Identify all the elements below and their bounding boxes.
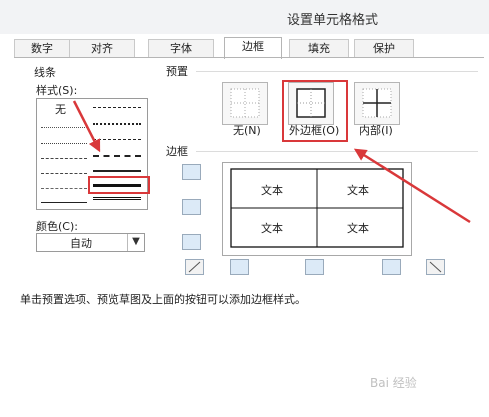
border-middle-vertical-button[interactable] xyxy=(305,259,324,275)
border-divider xyxy=(196,151,478,152)
diagonal-up-icon xyxy=(188,261,201,273)
border-group-title: 边框 xyxy=(166,145,188,158)
dialog-titlebar: 设置单元格格式 xyxy=(0,0,489,34)
annotation-highlight-line-style xyxy=(88,176,150,194)
border-bottom-button[interactable] xyxy=(182,234,201,250)
preset-inside-label: 内部(I) xyxy=(359,124,393,137)
line-style-medium[interactable] xyxy=(93,170,141,172)
no-border-icon xyxy=(230,88,260,118)
line-style-none[interactable]: 无 xyxy=(55,101,66,117)
line-style-medium-dashed[interactable] xyxy=(93,155,141,157)
line-style-medium-dash-dot[interactable] xyxy=(93,139,141,140)
diagonal-up-button[interactable] xyxy=(185,259,204,275)
line-style-medium-dash-dot-dot[interactable] xyxy=(93,107,141,108)
preview-cell-text: 文本 xyxy=(347,222,369,235)
line-style-dash-dot-dot[interactable] xyxy=(41,158,87,159)
line-style-dotted[interactable] xyxy=(41,143,87,144)
border-top-button[interactable] xyxy=(182,164,201,180)
color-label: 颜色(C): xyxy=(36,220,78,233)
presets-divider xyxy=(196,71,478,72)
border-middle-horizontal-button[interactable] xyxy=(182,199,201,215)
line-style-thin[interactable] xyxy=(41,202,87,203)
hint-text: 单击预置选项、预览草图及上面的按钮可以添加边框样式。 xyxy=(20,293,306,306)
dialog-title: 设置单元格格式 xyxy=(287,13,379,28)
border-left-button[interactable] xyxy=(230,259,249,275)
color-select-value: 自动 xyxy=(70,237,92,250)
preview-grid xyxy=(230,168,404,248)
preset-inside-button[interactable] xyxy=(354,82,400,125)
tab-border[interactable]: 边框 xyxy=(224,37,282,59)
tab-number[interactable]: 数字 xyxy=(14,39,70,58)
inside-border-icon xyxy=(362,88,392,118)
border-right-button[interactable] xyxy=(382,259,401,275)
preview-cell-text: 文本 xyxy=(261,222,283,235)
presets-title: 预置 xyxy=(166,65,188,78)
tab-fill[interactable]: 填充 xyxy=(289,39,349,58)
style-label: 样式(S): xyxy=(36,84,78,97)
diagonal-down-button[interactable] xyxy=(426,259,445,275)
preset-none-button[interactable] xyxy=(222,82,268,125)
line-style-dashed[interactable] xyxy=(41,188,87,189)
line-style-slanted-dash-dot[interactable] xyxy=(93,123,141,125)
line-style-double[interactable] xyxy=(93,197,141,200)
preset-none-label: 无(N) xyxy=(233,124,261,137)
line-style-hairline[interactable] xyxy=(41,127,87,128)
tab-font[interactable]: 字体 xyxy=(148,39,214,58)
color-select[interactable]: 自动 ▼ xyxy=(36,233,145,252)
tab-alignment[interactable]: 对齐 xyxy=(69,39,135,58)
tab-protection[interactable]: 保护 xyxy=(354,39,414,58)
watermark: Bai 经验 xyxy=(370,376,417,390)
line-group-title: 线条 xyxy=(34,66,56,79)
diagonal-down-icon xyxy=(429,261,442,273)
line-style-dash-dot[interactable] xyxy=(41,173,87,174)
border-preview[interactable]: 文本 文本 文本 文本 xyxy=(222,162,412,256)
preview-cell-text: 文本 xyxy=(347,184,369,197)
chevron-down-icon[interactable]: ▼ xyxy=(127,234,144,251)
preset-outline-label: 外边框(O) xyxy=(289,124,340,137)
preview-cell-text: 文本 xyxy=(261,184,283,197)
tab-strip: 数字 对齐 字体 边框 填充 保护 xyxy=(14,37,484,59)
